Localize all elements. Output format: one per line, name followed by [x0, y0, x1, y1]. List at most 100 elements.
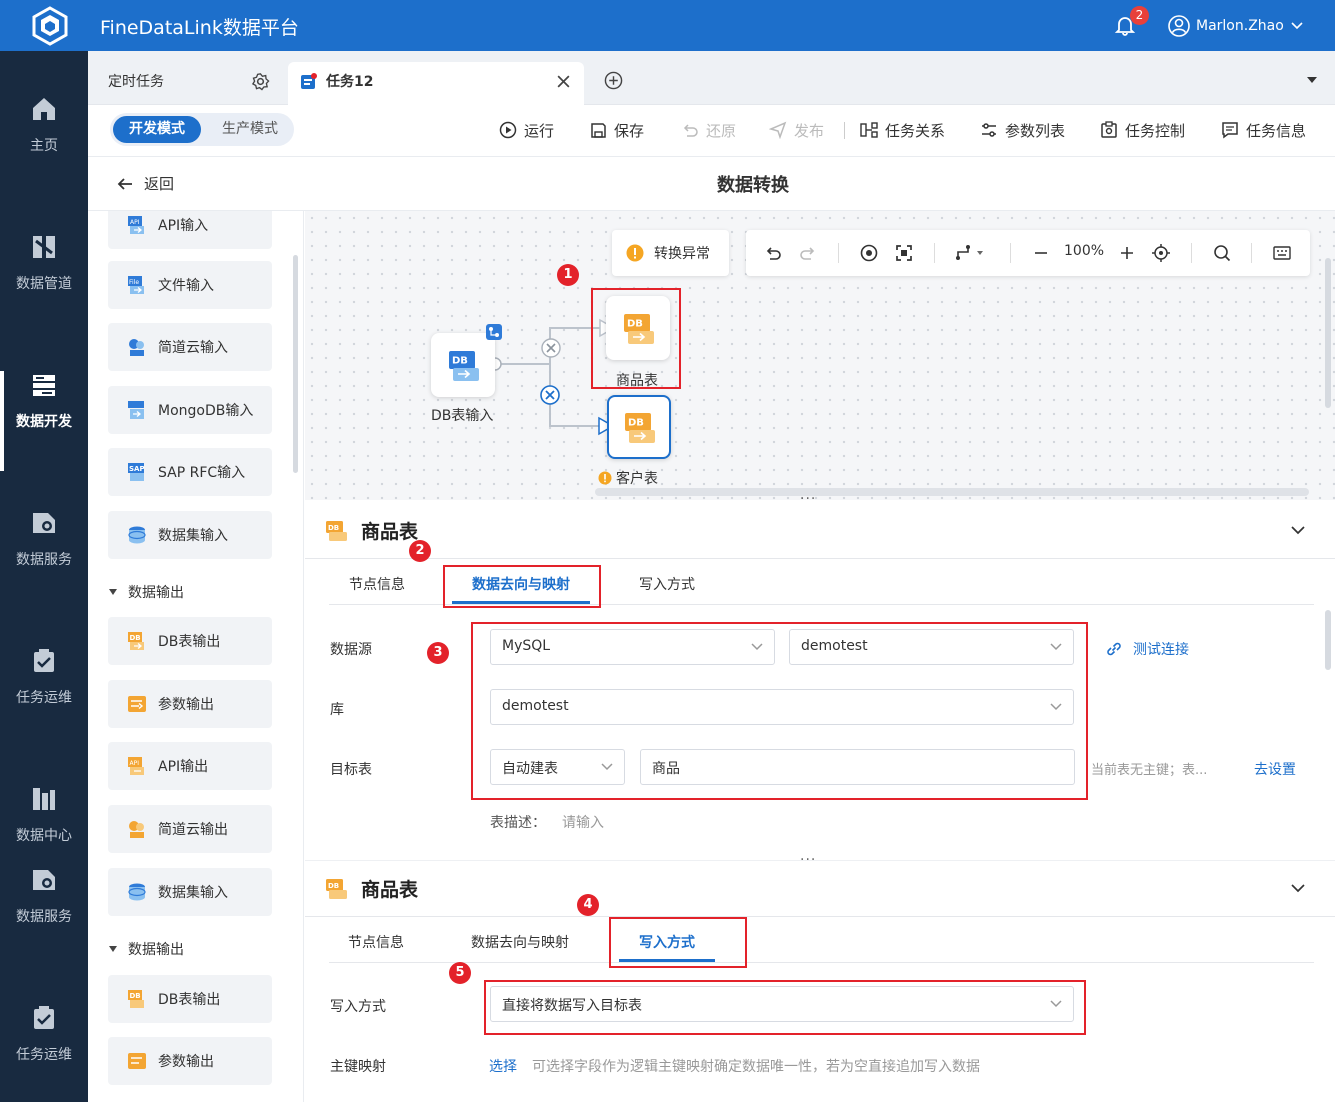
- tab-scheduled[interactable]: 定时任务: [88, 63, 284, 101]
- label-table-desc: 表描述：: [490, 815, 546, 831]
- task-icon: [301, 73, 317, 89]
- table-desc-input[interactable]: 请输入: [562, 812, 604, 832]
- create-mode-select[interactable]: 自动建表: [490, 749, 625, 785]
- flow-canvas[interactable]: 转换异常 100% DB DB表输入 DB 商品表 DB 客户表: [305, 211, 1335, 500]
- params-label: 参数列表: [1005, 121, 1066, 140]
- user-menu[interactable]: Marlon.Zhao: [1168, 14, 1304, 38]
- tab-task12[interactable]: 任务12: [288, 62, 584, 105]
- tab-data-mapping[interactable]: 数据去向与映射: [452, 574, 590, 604]
- palette-item-api-output[interactable]: API API输出: [108, 742, 272, 790]
- canvas-h-scrollbar[interactable]: [595, 488, 1309, 496]
- mode-switch[interactable]: 开发模式 生产模式: [110, 113, 294, 146]
- palette-item-jdy-output[interactable]: 简道云输出: [108, 805, 272, 853]
- caret-down-icon: [109, 589, 117, 595]
- panel-title: DB 商品表: [325, 875, 418, 902]
- tab-task-label: 任务12: [326, 74, 374, 90]
- tab-scheduled-label: 定时任务: [108, 74, 164, 90]
- tab-write-mode[interactable]: 写入方式: [639, 574, 695, 594]
- palette-scrollbar[interactable]: [293, 255, 298, 473]
- database-select[interactable]: demotest: [490, 689, 1074, 725]
- tab-write-mode[interactable]: 写入方式: [619, 932, 715, 962]
- dataset-icon: [128, 526, 146, 544]
- svg-text:File: File: [129, 279, 139, 286]
- publish-button[interactable]: 发布: [769, 118, 824, 142]
- param-list-button[interactable]: 参数列表: [980, 118, 1065, 142]
- pk-select-link[interactable]: 选择: [489, 1056, 517, 1076]
- palette-item-dataset-input[interactable]: 数据集输入: [108, 511, 272, 559]
- tab-node-info[interactable]: 节点信息: [349, 574, 405, 594]
- mode-dev-button[interactable]: 开发模式: [113, 116, 201, 143]
- task-info-button[interactable]: 任务信息: [1221, 118, 1306, 142]
- write-mode-select[interactable]: 直接将数据写入目标表: [490, 986, 1074, 1022]
- edge-settings-active-icon[interactable]: [540, 385, 560, 405]
- chevron-down-icon: [1050, 703, 1062, 711]
- add-tab-icon[interactable]: [604, 71, 623, 90]
- marker-2: 2: [409, 540, 431, 562]
- back-button[interactable]: 返回: [116, 173, 174, 194]
- nav-ops[interactable]: 任务运维: [0, 647, 88, 747]
- go-set-link[interactable]: 去设置: [1254, 759, 1296, 779]
- nav-label: 数据中心: [16, 828, 72, 844]
- relation-label: 任务关系: [885, 121, 946, 140]
- node-product-table[interactable]: DB: [606, 296, 670, 360]
- palette-item-jdy-input[interactable]: 简道云输入: [108, 323, 272, 371]
- nav-label: 数据管道: [16, 276, 72, 292]
- palette-group-output[interactable]: 数据输出: [108, 582, 184, 602]
- panel-scrollbar[interactable]: [1325, 610, 1331, 670]
- datasource-connection-select[interactable]: demotest: [789, 629, 1074, 665]
- collapse-chevron-icon[interactable]: [1290, 881, 1306, 895]
- palette-item-file-input[interactable]: File 文件输入: [108, 261, 272, 309]
- control-icon: [1101, 121, 1117, 138]
- test-connection-link[interactable]: 测试连接: [1105, 639, 1189, 659]
- relation-icon: [860, 122, 878, 138]
- tab-node-info[interactable]: 节点信息: [348, 932, 404, 952]
- restore-button[interactable]: 还原: [681, 118, 736, 142]
- palette-item-db-output[interactable]: DB DB表输出: [108, 617, 272, 665]
- datasource-type-select[interactable]: MySQL: [490, 629, 775, 665]
- palette-item-sap-input[interactable]: SAP SAP RFC输入: [108, 448, 272, 496]
- svg-text:API: API: [130, 760, 140, 767]
- user-name: Marlon.Zhao: [1196, 18, 1284, 34]
- tab-data-mapping[interactable]: 数据去向与映射: [471, 932, 569, 952]
- nav-pipeline[interactable]: 数据管道: [0, 233, 88, 333]
- nav-label: 任务运维: [16, 1047, 72, 1063]
- palette-item-api-input[interactable]: API API输入: [108, 211, 272, 249]
- palette-item-db-output-2[interactable]: DB DB表输出: [108, 975, 272, 1023]
- canvas-v-scrollbar[interactable]: [1325, 258, 1331, 408]
- palette-item-param-output[interactable]: 参数输出: [108, 680, 272, 728]
- nav-service[interactable]: 数据服务: [0, 509, 88, 609]
- palette-group-output-2[interactable]: 数据输出: [108, 939, 184, 959]
- nav-ops-2[interactable]: 任务运维: [0, 1004, 88, 1104]
- node-customer-table[interactable]: DB: [607, 395, 671, 459]
- task-relation-button[interactable]: 任务关系: [860, 118, 945, 142]
- param-output-icon: [128, 1053, 146, 1069]
- edge-settings-icon[interactable]: [541, 338, 561, 358]
- select-value: 自动建表: [502, 761, 558, 777]
- svg-text:DB: DB: [130, 634, 141, 642]
- ops-icon: [34, 1006, 54, 1029]
- api-icon: API: [128, 216, 144, 234]
- task-control-button[interactable]: 任务控制: [1100, 118, 1185, 142]
- close-icon[interactable]: [556, 74, 571, 89]
- mode-prod-button[interactable]: 生产模式: [210, 116, 290, 143]
- palette-item-param-output-2[interactable]: 参数输出: [108, 1037, 272, 1085]
- nav-label: 任务运维: [16, 690, 72, 706]
- db-output-icon: DB: [128, 632, 144, 650]
- app-logo-icon: [32, 6, 68, 46]
- tab-dropdown-icon[interactable]: [1306, 75, 1318, 85]
- dataset-icon: [128, 883, 146, 901]
- warning-icon: [598, 471, 612, 485]
- run-button[interactable]: 运行: [499, 118, 554, 142]
- svg-text:DB: DB: [130, 992, 141, 1000]
- node-db-input[interactable]: DB: [431, 333, 495, 397]
- nav-dev[interactable]: 数据开发: [0, 371, 88, 471]
- palette-item-mongodb-input[interactable]: MongoDB输入: [108, 386, 272, 434]
- save-button[interactable]: 保存: [590, 118, 644, 142]
- palette-item-dataset-input-2[interactable]: 数据集输入: [108, 868, 272, 916]
- gear-icon[interactable]: [251, 72, 270, 91]
- nav-service-2[interactable]: 数据服务: [0, 866, 88, 966]
- nav-label: 数据服务: [16, 909, 72, 925]
- nav-home[interactable]: 主页: [0, 95, 88, 195]
- table-name-input[interactable]: 商品: [640, 749, 1075, 785]
- collapse-chevron-icon[interactable]: [1290, 523, 1306, 537]
